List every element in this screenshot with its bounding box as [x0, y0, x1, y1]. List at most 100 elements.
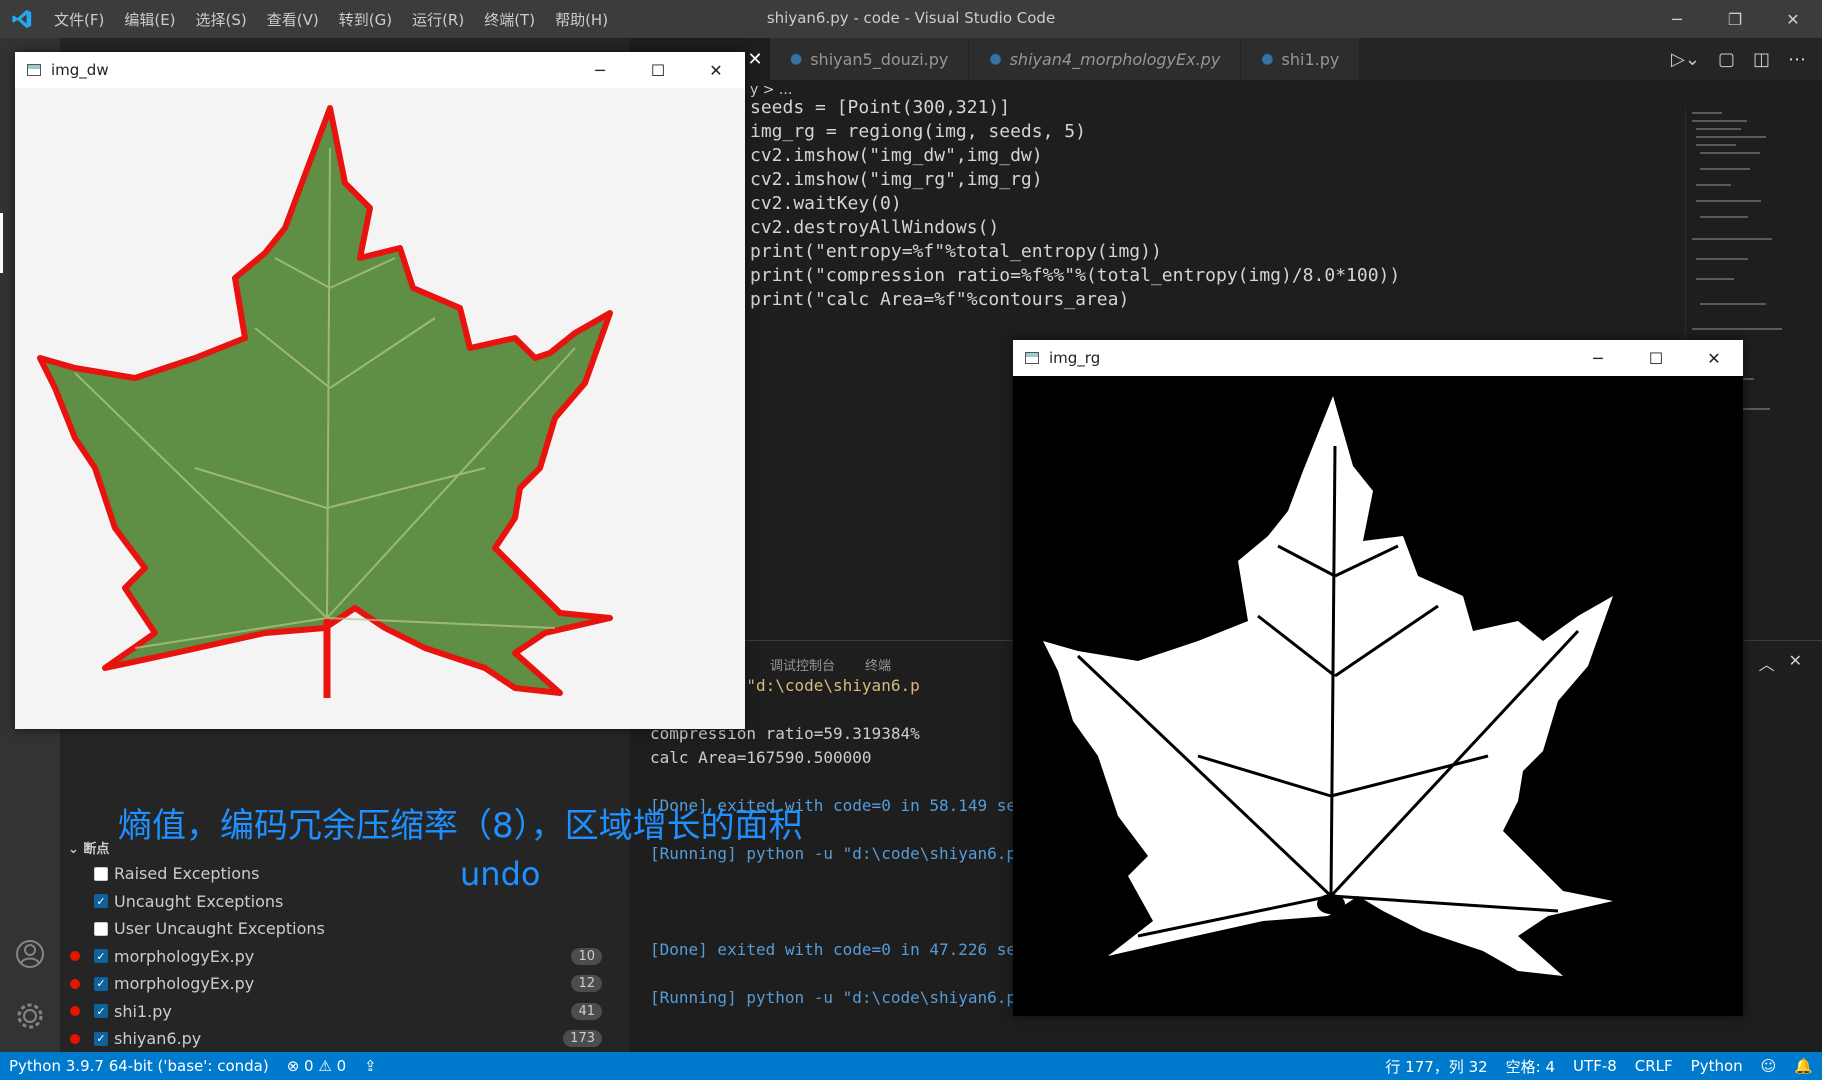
checkbox[interactable]	[94, 866, 108, 881]
breakpoint-label: morphologyEx.py	[114, 946, 255, 966]
breakpoint-line-badge: 10	[571, 947, 602, 965]
more-actions-icon[interactable]: ⋯	[1788, 49, 1806, 70]
editor-actions: ▷⌄ ▢ ◫ ⋯	[1671, 38, 1822, 80]
notifications-bell-icon[interactable]: 🔔	[1785, 1057, 1822, 1075]
python-interpreter[interactable]: Python 3.9.7 64-bit ('base': conda)	[0, 1057, 278, 1075]
live-share-icon[interactable]: ⇪	[355, 1057, 386, 1075]
breakpoints-header[interactable]: ⌄ 断点	[68, 838, 109, 857]
minimap-line	[1692, 328, 1782, 330]
menu-edit[interactable]: 编辑(E)	[114, 9, 185, 30]
breakpoint-label: User Uncaught Exceptions	[114, 919, 325, 939]
status-bar-right: 行 177，列 32 空格: 4 UTF-8 CRLF Python ☺ 🔔	[1376, 1052, 1822, 1080]
activity-active-indicator	[0, 213, 3, 273]
menu-file[interactable]: 文件(F)	[44, 9, 114, 30]
cv-window-titlebar[interactable]: img_dw ─ ☐ ✕	[15, 52, 745, 88]
panel-controls: ︿ ✕	[1759, 651, 1802, 675]
breakpoint-item[interactable]: ✓ Uncaught Exceptions	[68, 888, 628, 916]
menu-run[interactable]: 运行(R)	[402, 9, 474, 30]
code-line: cv2.imshow("img_dw",img_dw)	[750, 145, 1043, 166]
leaf-contour-image	[15, 88, 745, 729]
cv-window-title: img_rg	[1049, 349, 1101, 367]
python-file-icon: ●	[1261, 51, 1274, 67]
toggle-panel-icon[interactable]: ▢	[1718, 49, 1735, 70]
menu-selection[interactable]: 选择(S)	[186, 9, 257, 30]
breakpoint-item[interactable]: User Uncaught Exceptions	[68, 915, 628, 943]
minimap-line	[1696, 136, 1766, 138]
checkbox[interactable]: ✓	[94, 976, 108, 991]
maximize-panel-icon[interactable]: ︿	[1759, 651, 1775, 675]
menu-go[interactable]: 转到(G)	[329, 9, 402, 30]
code-line: print("compression ratio=%f%%"%(total_en…	[750, 265, 1401, 286]
encoding[interactable]: UTF-8	[1564, 1057, 1626, 1075]
minimap-line	[1700, 168, 1750, 170]
panel-tabs: 调试控制台 终端	[770, 655, 891, 674]
annotation-subtext: undo	[460, 855, 541, 893]
cv-window-titlebar[interactable]: img_rg ─ ☐ ✕	[1013, 340, 1743, 376]
code-line: cv2.imshow("img_rg",img_rg)	[750, 169, 1043, 190]
tab-terminal[interactable]: 终端	[865, 655, 891, 674]
cursor-position[interactable]: 行 177，列 32	[1376, 1056, 1496, 1077]
breakpoint-item[interactable]: ✓ morphologyEx.py 10	[68, 943, 628, 971]
python-file-icon: ●	[790, 51, 803, 67]
language-mode[interactable]: Python	[1682, 1057, 1752, 1075]
problems-indicator[interactable]: ⊗ 0 ⚠ 0	[278, 1057, 355, 1075]
feedback-icon[interactable]: ☺	[1752, 1057, 1786, 1075]
run-icon[interactable]: ▷⌄	[1671, 49, 1700, 70]
cv-window-img-rg[interactable]: img_rg ─ ☐ ✕	[1013, 340, 1743, 1016]
maximize-icon[interactable]: ☐	[629, 52, 687, 88]
indentation[interactable]: 空格: 4	[1497, 1056, 1564, 1077]
end-of-line[interactable]: CRLF	[1626, 1057, 1682, 1075]
minimize-icon[interactable]: ─	[1569, 340, 1627, 376]
menu-terminal[interactable]: 终端(T)	[474, 9, 545, 30]
checkbox[interactable]: ✓	[94, 949, 108, 964]
close-icon[interactable]: ✕	[687, 52, 745, 88]
minimize-icon[interactable]: ─	[1648, 0, 1706, 38]
menu-bar: 文件(F) 编辑(E) 选择(S) 查看(V) 转到(G) 运行(R) 终端(T…	[44, 9, 618, 30]
leaf-drawing	[37, 105, 613, 698]
cv-window-img-dw[interactable]: img_dw ─ ☐ ✕	[15, 52, 745, 729]
tab-label: shiyan4_morphologyEx.py	[1009, 49, 1221, 69]
breakpoint-item[interactable]: ✓ shi1.py 41	[68, 998, 628, 1026]
checkbox[interactable]: ✓	[94, 1031, 108, 1046]
settings-gear-icon[interactable]	[14, 1000, 46, 1036]
tab-shi1[interactable]: ● shi1.py	[1241, 38, 1361, 80]
terminal-line: [Running] python -u "d:\code\shiyan6.p	[650, 844, 1017, 863]
close-icon[interactable]: ✕	[1764, 0, 1822, 38]
breakpoint-label: shiyan6.py	[114, 1029, 202, 1049]
segmented-leaf-drawing	[1043, 396, 1613, 976]
maximize-icon[interactable]: ☐	[1627, 340, 1685, 376]
breakpoint-item[interactable]: ✓ shiyan6.py 173	[68, 1025, 628, 1053]
tab-shiyan5[interactable]: ● shiyan5_douzi.py	[770, 38, 970, 80]
checkbox[interactable]: ✓	[94, 894, 108, 909]
minimap-line	[1700, 303, 1766, 305]
minimap-line	[1692, 120, 1747, 122]
checkbox[interactable]: ✓	[94, 1004, 108, 1019]
tab-debug-console[interactable]: 调试控制台	[770, 655, 835, 674]
breakpoint-line-badge: 173	[563, 1030, 602, 1048]
split-editor-icon[interactable]: ◫	[1753, 49, 1770, 70]
cv-window-controls: ─ ☐ ✕	[571, 52, 745, 88]
minimap-line	[1692, 112, 1722, 114]
breakpoint-item[interactable]: ✓ morphologyEx.py 12	[68, 970, 628, 998]
code-line: cv2.waitKey(0)	[750, 193, 902, 214]
minimap-line	[1696, 184, 1731, 186]
account-icon[interactable]	[14, 938, 46, 974]
menu-help[interactable]: 帮助(H)	[545, 9, 618, 30]
restore-icon[interactable]: ❐	[1706, 0, 1764, 38]
status-bar: Python 3.9.7 64-bit ('base': conda) ⊗ 0 …	[0, 1052, 1822, 1080]
checkbox[interactable]	[94, 921, 108, 936]
minimize-icon[interactable]: ─	[571, 52, 629, 88]
minimap-line	[1692, 238, 1772, 240]
breakpoint-item[interactable]: Raised Exceptions	[68, 860, 628, 888]
menu-view[interactable]: 查看(V)	[257, 9, 329, 30]
terminal-line: calc Area=167590.500000	[650, 748, 872, 767]
close-icon[interactable]: ✕	[1685, 340, 1743, 376]
cv-window-title: img_dw	[51, 61, 109, 79]
vscode-logo-icon	[0, 0, 44, 38]
breakpoint-line-badge: 12	[571, 975, 602, 993]
tab-shiyan4[interactable]: ● shiyan4_morphologyEx.py	[969, 38, 1242, 80]
close-panel-icon[interactable]: ✕	[1789, 651, 1802, 675]
